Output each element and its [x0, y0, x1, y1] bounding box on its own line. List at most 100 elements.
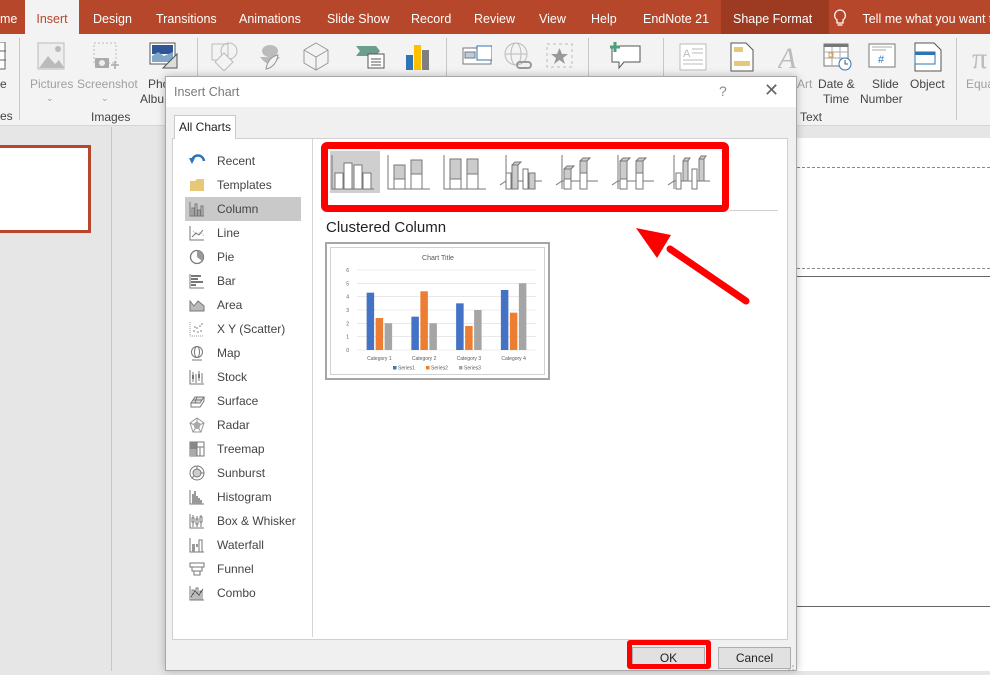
- icons-icon[interactable]: [254, 41, 284, 74]
- y-tick-label: 4: [346, 295, 349, 301]
- tab-view[interactable]: View: [539, 0, 566, 34]
- screenshot-icon[interactable]: [93, 42, 123, 75]
- chart-type-surface[interactable]: Surface: [185, 389, 301, 413]
- tab-shape-format[interactable]: Shape Format: [721, 0, 829, 34]
- tab-slide-show[interactable]: Slide Show: [327, 0, 390, 34]
- treemap-chart-icon: [189, 441, 205, 457]
- tab-animations[interactable]: Animations: [239, 0, 301, 34]
- area-chart-icon: [189, 297, 205, 313]
- chart-type-pie[interactable]: Pie: [185, 245, 301, 269]
- bar-chart-icon: [189, 273, 205, 289]
- equation-icon[interactable]: π: [972, 42, 990, 75]
- zoom-icon[interactable]: [462, 44, 493, 69]
- y-tick-label: 2: [346, 321, 349, 327]
- subtype-clustered-column[interactable]: [330, 151, 380, 193]
- date-time-label-2[interactable]: Time: [823, 91, 849, 107]
- chart-preview-inner: Chart Title 0 1 2 3 4 5 6 Category 1 Category 2 Ca…: [330, 247, 545, 375]
- date-time-icon[interactable]: [823, 42, 853, 75]
- chart-type-label: Radar: [217, 418, 250, 432]
- cancel-button[interactable]: Cancel: [718, 647, 791, 669]
- tab-endnote[interactable]: EndNote 21: [643, 0, 709, 34]
- photo-album-icon[interactable]: [149, 42, 179, 73]
- close-button[interactable]: ✕: [764, 80, 779, 101]
- chart-type-label: Combo: [217, 586, 256, 600]
- chart-type-area[interactable]: Area: [185, 293, 301, 317]
- chart-type-funnel[interactable]: Funnel: [185, 557, 301, 581]
- combo-chart-icon: [189, 585, 205, 601]
- smartart-icon[interactable]: [356, 44, 386, 75]
- slide-thumbnail[interactable]: [0, 145, 91, 233]
- chart-type-treemap[interactable]: Treemap: [185, 437, 301, 461]
- chart-type-combo[interactable]: Combo: [185, 581, 301, 605]
- chart-type-column[interactable]: Column: [185, 197, 301, 221]
- bar-series3-2: [429, 323, 437, 350]
- slide-canvas[interactable]: [797, 138, 990, 671]
- chart-type-box-whisker[interactable]: Box & Whisker: [185, 509, 301, 533]
- chart-type-histogram[interactable]: Histogram: [185, 485, 301, 509]
- images-group-label: Images: [91, 110, 131, 124]
- subtype-100-stacked-column[interactable]: [442, 151, 492, 193]
- thumbnail-pane-divider[interactable]: [111, 127, 112, 671]
- dialog-titlebar[interactable]: Insert Chart ? ✕: [166, 77, 796, 107]
- 3d-clustered-column-icon: [499, 155, 542, 190]
- header-footer-icon[interactable]: [730, 42, 754, 75]
- 3d-column-icon: [667, 155, 710, 190]
- comment-icon[interactable]: [610, 40, 642, 75]
- tell-me-search[interactable]: Tell me what you want to: [833, 0, 990, 34]
- tab-help[interactable]: Help: [591, 0, 617, 34]
- slide-number-icon[interactable]: #: [868, 43, 896, 72]
- placeholder-border: [797, 606, 990, 607]
- tab-transitions[interactable]: Transitions: [156, 0, 217, 34]
- tab-record[interactable]: Record: [411, 0, 451, 34]
- chart-type-stock[interactable]: Stock: [185, 365, 301, 389]
- shapes-icon[interactable]: [211, 41, 241, 74]
- action-icon[interactable]: [546, 43, 574, 72]
- object-label[interactable]: Object: [910, 76, 945, 92]
- tab-insert[interactable]: Insert: [25, 0, 79, 34]
- subtype-3d-100-stacked-column[interactable]: [610, 151, 660, 193]
- x-tick-label: Category 2: [412, 356, 437, 362]
- chart-type-label: Area: [217, 298, 243, 312]
- subtype-3d-clustered-column[interactable]: [498, 151, 548, 193]
- subtype-3d-column[interactable]: [666, 151, 716, 193]
- chart-type-x-y-scatter[interactable]: X Y (Scatter): [185, 317, 301, 341]
- chart-type-label: Map: [217, 346, 241, 360]
- chart-type-bar[interactable]: Bar: [185, 269, 301, 293]
- subtype-stacked-column[interactable]: [386, 151, 436, 193]
- chart-type-map[interactable]: Map: [185, 341, 301, 365]
- chart-type-recent[interactable]: Recent: [185, 149, 301, 173]
- recent-icon: [189, 153, 206, 169]
- table-icon[interactable]: [0, 41, 6, 73]
- waterfall-chart-icon: [189, 537, 205, 553]
- resize-grip[interactable]: [787, 661, 795, 671]
- date-time-label-1[interactable]: Date &: [818, 76, 855, 92]
- legend-label: Series2: [431, 366, 448, 372]
- tab-all-charts[interactable]: All Charts: [174, 115, 236, 139]
- tab-review[interactable]: Review: [474, 0, 515, 34]
- slide-number-label-2[interactable]: Number: [860, 91, 903, 107]
- 3d-models-icon[interactable]: [302, 41, 330, 74]
- chart-icon[interactable]: [406, 43, 432, 74]
- photo-album-label-2[interactable]: Albu: [140, 91, 164, 107]
- tab-design[interactable]: Design: [93, 0, 132, 34]
- y-tick-label: 5: [346, 281, 349, 287]
- link-icon[interactable]: [503, 42, 533, 75]
- chart-type-waterfall[interactable]: Waterfall: [185, 533, 301, 557]
- slide-number-label-1[interactable]: Slide: [872, 76, 899, 92]
- legend-swatch: [459, 366, 463, 370]
- pictures-icon[interactable]: [37, 42, 65, 73]
- subtype-3d-stacked-column[interactable]: [554, 151, 604, 193]
- chart-type-line[interactable]: Line: [185, 221, 301, 245]
- wordart-label[interactable]: Art: [797, 76, 812, 92]
- equation-label[interactable]: Equa: [966, 76, 990, 92]
- chart-type-sunburst[interactable]: Sunburst: [185, 461, 301, 485]
- wordart-icon[interactable]: A: [776, 42, 802, 75]
- help-button[interactable]: ?: [719, 83, 727, 99]
- tab-home[interactable]: me: [0, 0, 17, 34]
- chart-type-radar[interactable]: Radar: [185, 413, 301, 437]
- chart-type-templates[interactable]: Templates: [185, 173, 301, 197]
- chart-preview[interactable]: Chart Title 0 1 2 3 4 5 6 Category 1 Category 2 Ca…: [325, 242, 550, 380]
- object-icon[interactable]: [914, 42, 942, 75]
- text-box-icon[interactable]: A: [679, 43, 707, 74]
- preview-chart-svg: Chart Title 0 1 2 3 4 5 6 Category 1 Category 2 Ca…: [346, 255, 536, 372]
